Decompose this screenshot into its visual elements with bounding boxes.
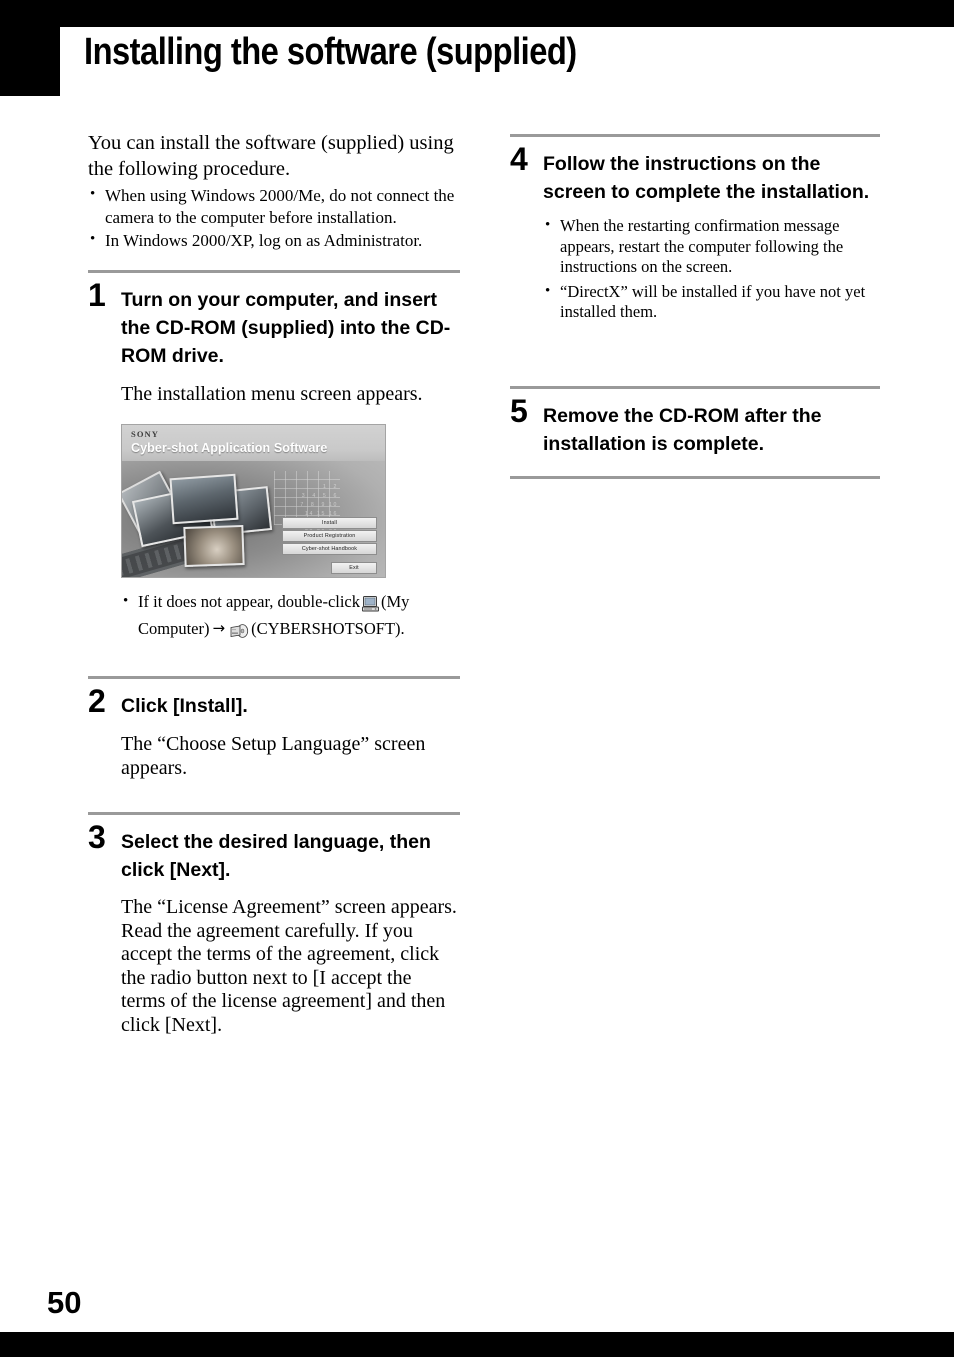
header-corner-block: [0, 0, 60, 96]
step-3-heading: Select the desired language, then click …: [121, 831, 431, 881]
collage-photo: [183, 524, 245, 568]
step-1-text: The installation menu screen appears.: [121, 383, 423, 405]
intro-note-item: In Windows 2000/XP, log on as Administra…: [88, 229, 460, 252]
step-2-number: 2: [88, 683, 106, 719]
installer-product-registration-button[interactable]: Product Registration: [282, 530, 377, 542]
step-2-text: The “Choose Setup Language” screen appea…: [121, 733, 426, 779]
step-3: 3 Select the desired language, then clic…: [88, 812, 460, 1037]
step-1-heading: Turn on your computer, and insert the CD…: [121, 289, 451, 367]
page-number: 50: [47, 1285, 82, 1320]
intro-notes-list: When using Windows 2000/Me, do not conne…: [88, 184, 460, 252]
step-5-closing-divider: [510, 476, 880, 479]
step-1-note-post: (CYBERSHOTSOFT).: [251, 618, 405, 638]
installer-screenshot-figure: 1 2 3 4 5 6 7 8 9 10 14 15 16 21 22 23 2…: [121, 424, 386, 578]
installer-handbook-button[interactable]: Cyber-shot Handbook: [282, 543, 377, 555]
step-2-heading: Click [Install].: [121, 695, 248, 717]
step-3-number: 3: [88, 819, 106, 855]
my-computer-icon: [362, 596, 380, 618]
step-5-heading: Remove the CD-ROM after the installation…: [543, 405, 822, 455]
step-4-notes-list: When the restarting confirmation message…: [543, 215, 880, 323]
step-1-note-pre: If it does not appear, double-click: [138, 592, 361, 611]
step-4-heading: Follow the instructions on the screen to…: [543, 153, 870, 203]
step-4: 4 Follow the instructions on the screen …: [510, 134, 880, 323]
installer-app-title: Cyber-shot Application Software: [131, 441, 328, 455]
page-title: Installing the software (supplied): [84, 31, 577, 73]
step-1-number: 1: [88, 277, 106, 313]
installer-install-button[interactable]: Install: [282, 517, 377, 529]
step-2: 2 Click [Install]. The “Choose Setup Lan…: [88, 676, 460, 780]
intro-block: You can install the software (supplied) …: [88, 130, 460, 252]
header-black-bar: [0, 0, 954, 27]
step-4-note-item: When the restarting confirmation message…: [543, 215, 880, 278]
step-4-note-item: “DirectX” will be installed if you have …: [543, 281, 880, 323]
step-5-number: 5: [510, 393, 528, 429]
collage-photo: [169, 473, 239, 525]
footer-black-bar: [0, 1332, 954, 1357]
sony-logo: SONY: [131, 429, 160, 439]
step-5: 5 Remove the CD-ROM after the installati…: [510, 386, 880, 479]
step-1-note-item: If it does not appear, double-click(My C…: [121, 591, 460, 645]
step-1: 1 Turn on your computer, and insert the …: [88, 270, 460, 644]
installer-exit-button[interactable]: Exit: [331, 562, 377, 574]
step-3-text: The “License Agreement” screen appears. …: [121, 896, 457, 1036]
arrow-right-icon: →: [212, 618, 226, 637]
cd-drive-icon: [230, 623, 249, 645]
intro-note-item: When using Windows 2000/Me, do not conne…: [88, 184, 460, 228]
intro-lead-text: You can install the software (supplied) …: [88, 132, 454, 180]
step-1-notes-list: If it does not appear, double-click(My C…: [121, 591, 460, 645]
step-4-number: 4: [510, 141, 528, 177]
